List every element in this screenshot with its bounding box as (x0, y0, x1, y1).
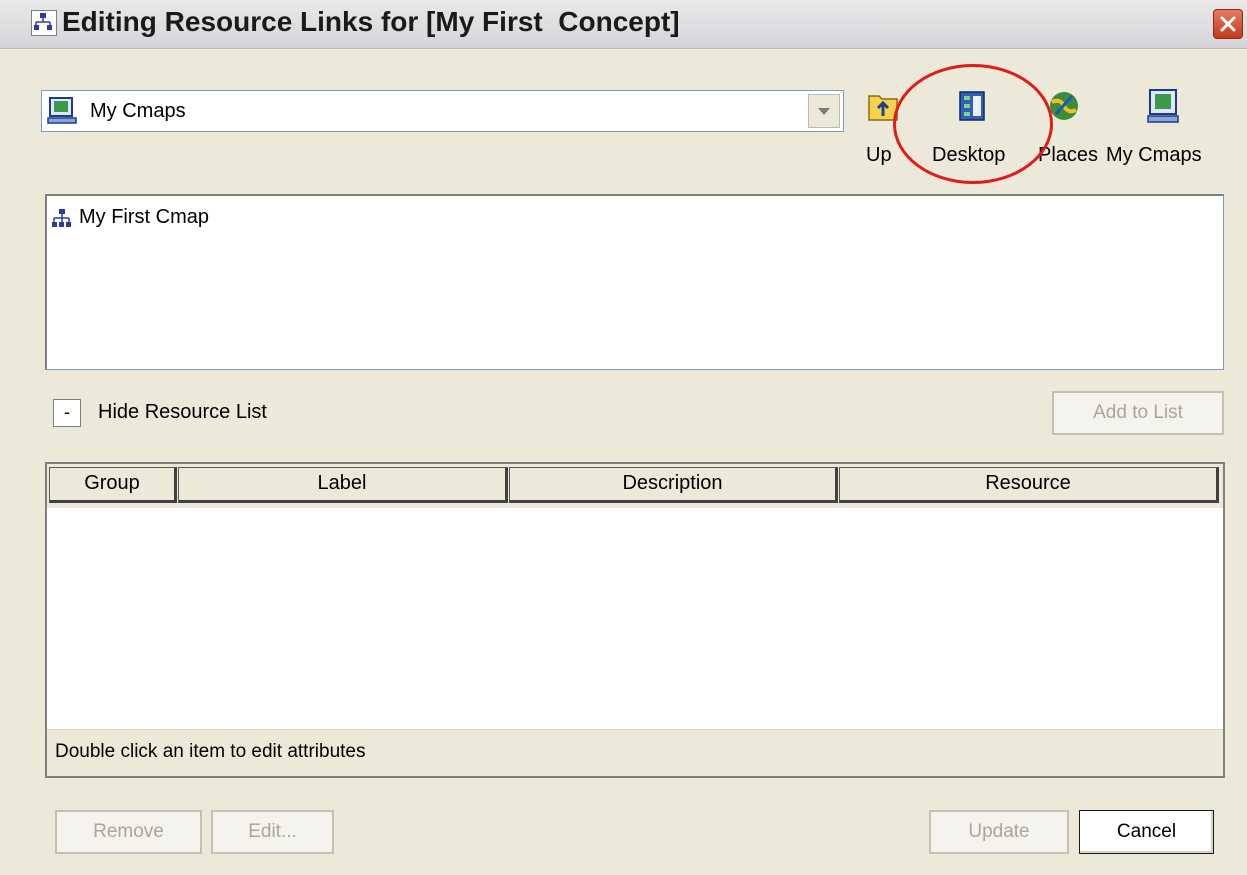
my-cmaps-button[interactable]: My Cmaps (1106, 88, 1216, 176)
folder-up-icon (866, 88, 900, 124)
chevron-down-icon (818, 108, 830, 115)
remove-button[interactable]: Remove (55, 810, 202, 854)
my-cmaps-button-label: My Cmaps (1106, 144, 1202, 166)
table-status-bar: Double click an item to edit attributes (47, 729, 1223, 776)
places-button-label: Places (1038, 144, 1099, 166)
my-cmaps-computer-icon (46, 97, 80, 125)
column-header-resource[interactable]: Resource (839, 467, 1219, 503)
dropdown-arrow-button[interactable] (808, 94, 840, 128)
close-button[interactable] (1213, 9, 1243, 39)
up-button[interactable]: Up (862, 88, 902, 176)
desktop-icon (954, 88, 988, 124)
column-header-label[interactable]: Label (178, 467, 508, 503)
column-header-group[interactable]: Group (49, 467, 177, 503)
location-dropdown[interactable]: My Cmaps (41, 90, 844, 132)
toggle-resource-list-button[interactable]: - (53, 399, 81, 427)
up-button-label: Up (866, 144, 892, 166)
cmap-network-icon (31, 10, 57, 36)
update-button[interactable]: Update (929, 810, 1069, 854)
editing-resource-links-dialog: Editing Resource Links for [My First Con… (0, 0, 1247, 875)
resource-table[interactable]: Group Label Description Resource Double … (45, 462, 1225, 778)
desktop-button[interactable]: Desktop (930, 88, 1020, 176)
location-selected-value: My Cmaps (90, 100, 186, 122)
edit-button[interactable]: Edit... (211, 810, 334, 854)
table-status-text: Double click an item to edit attributes (55, 741, 366, 762)
cmap-file-icon (51, 208, 73, 230)
hide-resource-list-label[interactable]: Hide Resource List (98, 401, 267, 424)
file-list[interactable]: My First Cmap (45, 194, 1224, 370)
column-header-description[interactable]: Description (509, 467, 838, 503)
table-header: Group Label Description Resource (47, 464, 1223, 508)
add-to-list-button[interactable]: Add to List (1052, 391, 1224, 435)
close-icon (1220, 16, 1236, 32)
list-item-label: My First Cmap (79, 206, 209, 228)
desktop-button-label: Desktop (932, 144, 1006, 166)
cancel-button[interactable]: Cancel (1079, 810, 1214, 854)
title-bar[interactable]: Editing Resource Links for [My First Con… (0, 0, 1247, 49)
my-cmaps-computer-icon (1146, 88, 1180, 124)
places-globe-icon (1046, 88, 1080, 124)
window-title: Editing Resource Links for [My First Con… (62, 6, 680, 37)
places-button[interactable]: Places (1030, 88, 1098, 176)
